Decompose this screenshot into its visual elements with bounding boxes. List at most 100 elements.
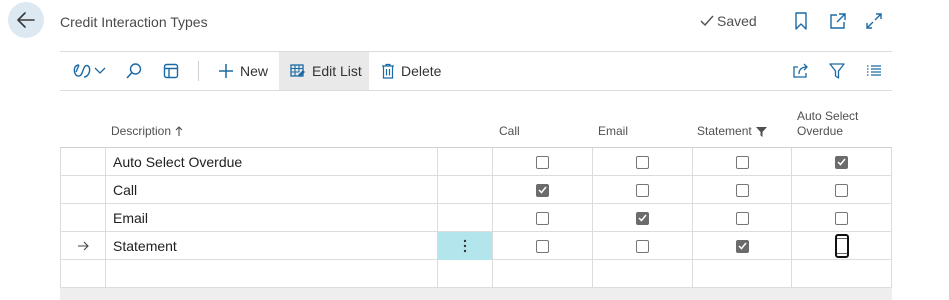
edit-list-button-label: Edit List xyxy=(312,63,362,79)
auto-select-overdue-checkbox-focused[interactable] xyxy=(834,234,849,258)
column-header-email[interactable]: Email xyxy=(598,124,628,139)
column-header-auto-select-line2: Overdue xyxy=(797,124,844,138)
table-row-empty[interactable] xyxy=(60,260,892,288)
share-button[interactable] xyxy=(792,52,810,90)
auto-select-overdue-checkbox[interactable] xyxy=(835,155,848,169)
saved-label: Saved xyxy=(717,13,757,29)
layout-button[interactable] xyxy=(163,52,179,90)
row-indicator-cell[interactable] xyxy=(60,148,105,176)
delete-button[interactable]: Delete xyxy=(381,52,441,90)
auto-select-overdue-cell[interactable] xyxy=(791,204,892,232)
statement-cell[interactable] xyxy=(692,176,791,204)
email-checkbox[interactable] xyxy=(636,155,649,169)
statement-cell[interactable] xyxy=(692,232,791,260)
auto-select-overdue-cell[interactable] xyxy=(791,260,892,288)
row-indicator-cell[interactable] xyxy=(60,232,105,260)
edit-list-button[interactable]: Edit List xyxy=(279,52,369,90)
email-checkbox[interactable] xyxy=(636,239,649,253)
page-title: Credit Interaction Types xyxy=(60,14,208,30)
toolbar-separator xyxy=(198,61,199,81)
column-header-description[interactable]: Description xyxy=(111,124,183,139)
search-icon xyxy=(126,63,142,79)
share-icon xyxy=(793,63,808,78)
email-checkbox[interactable] xyxy=(636,211,649,225)
call-cell[interactable] xyxy=(492,148,592,176)
call-checkbox[interactable] xyxy=(536,211,549,225)
row-indicator-cell[interactable] xyxy=(60,260,105,288)
column-header-statement[interactable]: Statement xyxy=(697,124,767,139)
bookmark-button[interactable] xyxy=(792,12,810,30)
email-cell[interactable] xyxy=(592,176,692,204)
list-icon xyxy=(867,65,881,76)
call-checkbox[interactable] xyxy=(536,183,549,197)
expand-button[interactable] xyxy=(865,12,883,30)
statement-cell[interactable] xyxy=(692,260,791,288)
row-actions-cell[interactable] xyxy=(437,232,492,260)
description-cell[interactable]: Email xyxy=(105,204,437,232)
row-actions-cell[interactable] xyxy=(437,204,492,232)
row-indicator-cell[interactable] xyxy=(60,176,105,204)
filter-button[interactable] xyxy=(829,52,845,90)
search-button[interactable] xyxy=(125,52,143,90)
auto-select-overdue-cell[interactable] xyxy=(791,176,892,204)
row-actions-cell[interactable] xyxy=(437,148,492,176)
row-arrow-icon xyxy=(78,241,89,251)
column-header-auto-select-line1: Auto Select xyxy=(797,109,859,123)
checkmark-icon xyxy=(837,158,846,166)
arrow-left-icon xyxy=(17,12,35,28)
copilot-icon xyxy=(73,64,91,78)
email-cell[interactable] xyxy=(592,148,692,176)
row-actions-cell[interactable] xyxy=(437,260,492,288)
column-header-email-label: Email xyxy=(598,124,629,138)
table-row[interactable]: Call xyxy=(60,176,892,204)
expand-icon xyxy=(866,13,882,29)
auto-select-overdue-checkbox[interactable] xyxy=(835,211,848,225)
call-checkbox[interactable] xyxy=(536,239,549,253)
description-cell[interactable]: Statement xyxy=(105,232,437,260)
open-new-window-button[interactable] xyxy=(829,12,847,30)
column-header-statement-label: Statement xyxy=(697,124,752,138)
call-checkbox[interactable] xyxy=(536,155,549,169)
action-toolbar: New Edit List Delete xyxy=(60,52,892,90)
table-row-current[interactable]: Statement xyxy=(60,232,892,260)
description-cell[interactable]: Auto Select Overdue xyxy=(105,148,437,176)
row-indicator-cell[interactable] xyxy=(60,204,105,232)
email-checkbox[interactable] xyxy=(636,183,649,197)
statement-checkbox[interactable] xyxy=(735,239,749,253)
description-cell[interactable]: Call xyxy=(105,176,437,204)
chevron-down-icon xyxy=(94,67,106,74)
column-header-auto-select-overdue[interactable]: Auto Select Overdue xyxy=(797,109,858,139)
credit-interaction-types-grid: Auto Select Overdue Call Email Statement xyxy=(60,148,892,288)
column-header-description-label: Description xyxy=(111,124,172,138)
checkmark-icon xyxy=(700,15,714,27)
call-cell[interactable] xyxy=(492,176,592,204)
table-row[interactable]: Auto Select Overdue xyxy=(60,148,892,176)
back-button[interactable] xyxy=(8,2,44,38)
open-new-window-icon xyxy=(830,13,846,29)
list-view-button[interactable] xyxy=(866,52,882,90)
statement-checkbox[interactable] xyxy=(735,155,749,169)
checkmark-icon xyxy=(737,242,747,250)
call-cell[interactable] xyxy=(492,204,592,232)
copilot-menu-button[interactable] xyxy=(72,52,106,90)
auto-select-overdue-checkbox[interactable] xyxy=(835,183,848,197)
more-options-icon[interactable] xyxy=(463,239,467,253)
toolbar-bottom-divider xyxy=(60,90,892,91)
statement-cell[interactable] xyxy=(692,148,791,176)
call-cell[interactable] xyxy=(492,232,592,260)
row-actions-cell[interactable] xyxy=(437,176,492,204)
statement-cell[interactable] xyxy=(692,204,791,232)
statement-checkbox[interactable] xyxy=(735,183,749,197)
new-button[interactable]: New xyxy=(218,52,268,90)
auto-select-overdue-cell[interactable] xyxy=(791,232,892,260)
auto-select-overdue-cell[interactable] xyxy=(791,148,892,176)
delete-button-label: Delete xyxy=(401,63,442,79)
column-header-call[interactable]: Call xyxy=(499,124,520,139)
email-cell[interactable] xyxy=(592,204,692,232)
call-cell[interactable] xyxy=(492,260,592,288)
table-row[interactable]: Email xyxy=(60,204,892,232)
email-cell[interactable] xyxy=(592,232,692,260)
email-cell[interactable] xyxy=(592,260,692,288)
description-cell[interactable] xyxy=(105,260,437,288)
statement-checkbox[interactable] xyxy=(735,211,749,225)
